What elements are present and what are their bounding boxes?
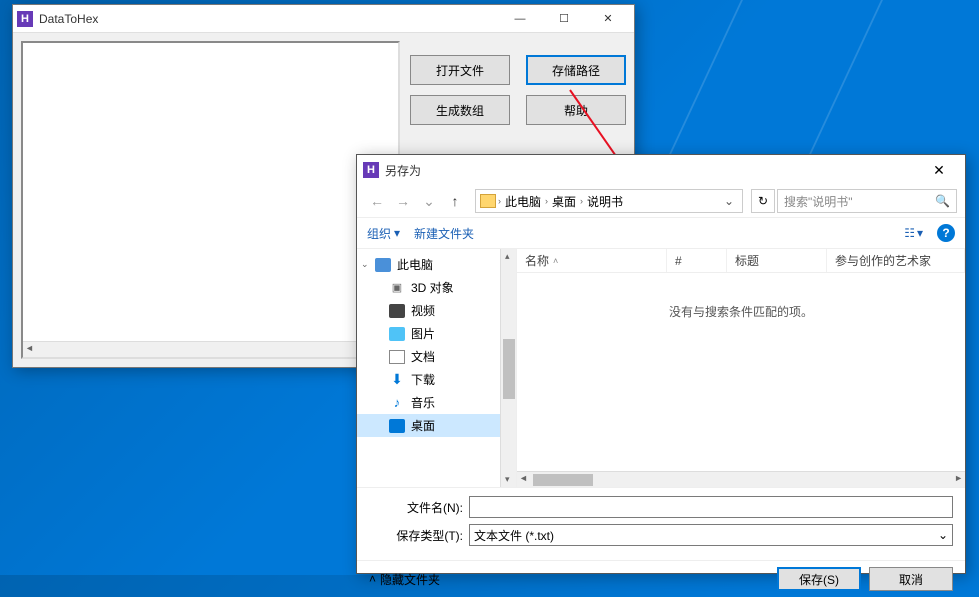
back-button[interactable]: ←: [365, 189, 389, 213]
chevron-down-icon: ▾: [394, 226, 400, 240]
dialog-close-button[interactable]: ✕: [919, 156, 959, 184]
video-icon: [389, 304, 405, 318]
dl-icon: ⬇: [389, 373, 405, 387]
filename-input[interactable]: [469, 496, 953, 518]
open-file-button[interactable]: 打开文件: [410, 55, 510, 85]
tree-item-label: 视频: [411, 302, 435, 319]
organize-menu[interactable]: 组织▾: [367, 225, 400, 242]
view-options-button[interactable]: ☷ ▾: [904, 226, 923, 240]
tree-item-doc[interactable]: 文档: [357, 345, 516, 368]
dialog-titlebar[interactable]: H 另存为 ✕: [357, 155, 965, 185]
desk-icon: [389, 419, 405, 433]
empty-message: 没有与搜索条件匹配的项。: [517, 273, 965, 350]
search-placeholder: 搜索"说明书": [784, 193, 853, 210]
tree-item-video[interactable]: 视频: [357, 299, 516, 322]
text-area[interactable]: [21, 41, 400, 359]
music-icon: ♪: [389, 396, 405, 410]
tree-item-pic[interactable]: 图片: [357, 322, 516, 345]
titlebar[interactable]: H DataToHex — ☐ ✕: [13, 5, 634, 33]
breadcrumb-desktop[interactable]: 桌面: [550, 193, 578, 210]
dialog-icon: H: [363, 162, 379, 178]
chevron-down-icon: ▾: [917, 226, 923, 240]
column-artists[interactable]: 参与创作的艺术家: [827, 249, 965, 272]
column-name[interactable]: 名称 ˄: [517, 249, 667, 272]
horizontal-scrollbar[interactable]: [23, 341, 398, 357]
tree-item-label: 图片: [411, 325, 435, 342]
pc-icon: [375, 258, 391, 272]
tree-scrollbar[interactable]: [500, 249, 516, 487]
close-button[interactable]: ✕: [586, 5, 630, 33]
tree-item-pc[interactable]: ⌄ 此电脑: [357, 253, 516, 276]
tree-item-label: 下载: [411, 371, 435, 388]
list-scrollbar[interactable]: [517, 471, 965, 487]
tree-item-cube[interactable]: ▣ 3D 对象: [357, 276, 516, 299]
folder-tree[interactable]: ⌄ 此电脑 ▣ 3D 对象视频图片文档 ⬇ 下载 ♪ 音乐桌面: [357, 249, 517, 487]
refresh-button[interactable]: ↻: [751, 189, 775, 213]
tree-item-label: 此电脑: [397, 256, 433, 273]
tree-item-label: 音乐: [411, 394, 435, 411]
breadcrumb-folder[interactable]: 说明书: [585, 193, 625, 210]
save-path-button[interactable]: 存储路径: [526, 55, 626, 85]
minimize-button[interactable]: —: [498, 5, 542, 33]
chevron-up-icon: ˄: [369, 572, 376, 586]
filename-label: 文件名(N):: [369, 499, 469, 516]
tree-expand-icon[interactable]: ⌄: [361, 259, 369, 270]
dialog-toolbar: 组织▾ 新建文件夹 ☷ ▾ ?: [357, 217, 965, 249]
column-headers[interactable]: 名称 ˄ # 标题 参与创作的艺术家: [517, 249, 965, 273]
save-as-dialog: H 另存为 ✕ ← → ⌄ ↑ › 此电脑 › 桌面 › 说明书 ⌄ ↻ 搜索"…: [356, 154, 966, 574]
tree-item-desk[interactable]: 桌面: [357, 414, 516, 437]
chevron-down-icon: ⌄: [938, 528, 948, 542]
generate-array-button[interactable]: 生成数组: [410, 95, 510, 125]
breadcrumb[interactable]: › 此电脑 › 桌面 › 说明书 ⌄: [475, 189, 743, 213]
app-icon: H: [17, 11, 33, 27]
tree-item-label: 文档: [411, 348, 435, 365]
search-input[interactable]: 搜索"说明书" 🔍: [777, 189, 957, 213]
cube-icon: ▣: [389, 281, 405, 295]
navigation-bar: ← → ⌄ ↑ › 此电脑 › 桌面 › 说明书 ⌄ ↻ 搜索"说明书" 🔍: [357, 185, 965, 217]
doc-icon: [389, 350, 405, 364]
search-icon: 🔍: [935, 194, 950, 208]
new-folder-button[interactable]: 新建文件夹: [414, 225, 474, 242]
window-title: DataToHex: [39, 12, 498, 26]
up-button[interactable]: ↑: [443, 189, 467, 213]
filetype-select[interactable]: 文本文件 (*.txt) ⌄: [469, 524, 953, 546]
pic-icon: [389, 327, 405, 341]
tree-item-dl[interactable]: ⬇ 下载: [357, 368, 516, 391]
chevron-right-icon: ›: [498, 196, 501, 206]
help-icon[interactable]: ?: [937, 224, 955, 242]
tree-item-music[interactable]: ♪ 音乐: [357, 391, 516, 414]
hide-folders-toggle[interactable]: ˄隐藏文件夹: [369, 571, 440, 588]
breadcrumb-root[interactable]: 此电脑: [503, 193, 543, 210]
forward-button[interactable]: →: [391, 189, 415, 213]
maximize-button[interactable]: ☐: [542, 5, 586, 33]
filetype-label: 保存类型(T):: [369, 527, 469, 544]
save-button[interactable]: 保存(S): [777, 567, 861, 591]
help-button[interactable]: 帮助: [526, 95, 626, 125]
breadcrumb-dropdown[interactable]: ⌄: [720, 194, 738, 208]
column-number[interactable]: #: [667, 249, 727, 272]
folder-icon: [480, 194, 496, 208]
chevron-right-icon: ›: [580, 196, 583, 206]
dialog-title: 另存为: [385, 162, 919, 179]
cancel-button[interactable]: 取消: [869, 567, 953, 591]
chevron-right-icon: ›: [545, 196, 548, 206]
tree-item-label: 桌面: [411, 417, 435, 434]
file-list[interactable]: 名称 ˄ # 标题 参与创作的艺术家 没有与搜索条件匹配的项。: [517, 249, 965, 487]
tree-item-label: 3D 对象: [411, 279, 454, 296]
recent-dropdown[interactable]: ⌄: [417, 189, 441, 213]
column-title[interactable]: 标题: [727, 249, 827, 272]
